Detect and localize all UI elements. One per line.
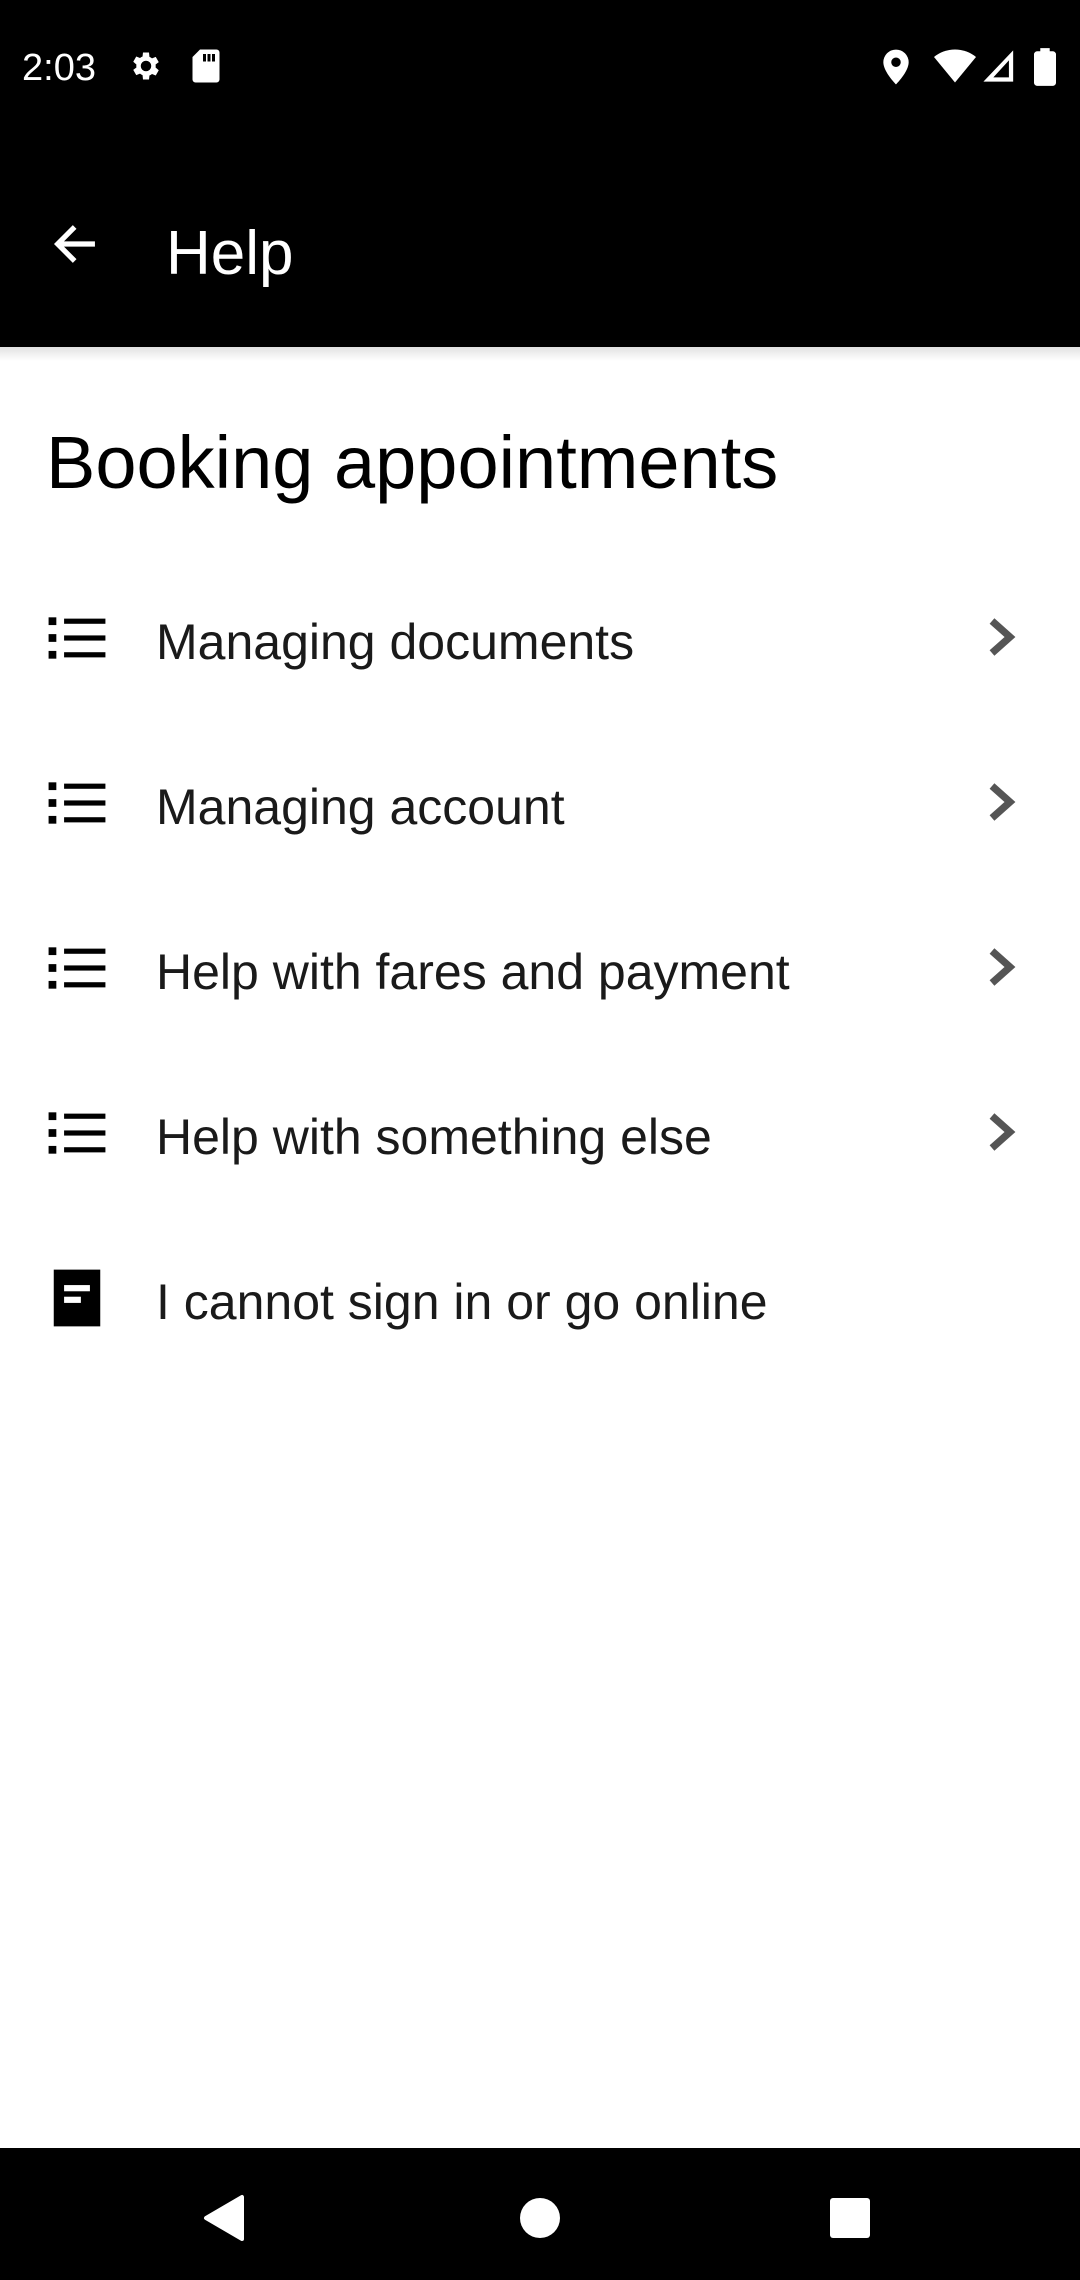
section-title: Booking appointments [46,421,779,504]
help-item-label: Help with fares and payment [156,944,790,1000]
article-icon [53,1269,101,1327]
status-time: 2:03 [22,47,96,89]
app-bar: Help [0,134,1080,347]
app-bar-shadow [0,347,1080,361]
nav-back-button[interactable] [185,2178,265,2258]
wifi-icon [934,48,976,89]
recents-square-icon [830,2198,870,2238]
list-icon [48,947,106,989]
help-item-something-else[interactable]: Help with something else [0,1050,1080,1214]
page-title: Help [166,219,294,288]
help-item-fares-and-payment[interactable]: Help with fares and payment [0,885,1080,1049]
back-button[interactable] [30,199,120,289]
help-item-label: Managing documents [156,614,635,670]
location-icon [880,48,912,91]
signal-icon [982,48,1016,89]
help-item-managing-documents[interactable]: Managing documents [0,555,1080,719]
chevron-right-icon [989,783,1016,821]
chevron-right-icon [989,618,1016,656]
arrow-left-icon [53,225,95,263]
status-bar: 2:03 [0,0,1080,134]
list-icon [48,782,106,824]
chevron-right-icon [989,948,1016,986]
help-item-cannot-sign-in[interactable]: I cannot sign in or go online [0,1215,1080,1379]
sd-card-icon [190,48,222,89]
nav-recents-button[interactable] [810,2178,890,2258]
list-icon [48,617,106,659]
nav-home-button[interactable] [500,2178,580,2258]
navigation-bar [0,2148,1080,2280]
back-triangle-icon [204,2195,244,2241]
home-circle-icon [520,2198,560,2238]
chevron-right-icon [989,1113,1016,1151]
help-item-managing-account[interactable]: Managing account [0,720,1080,884]
help-item-label: I cannot sign in or go online [156,1274,768,1330]
battery-icon [1034,48,1056,91]
help-item-label: Managing account [156,779,565,835]
gear-icon [128,48,164,89]
list-icon [48,1112,106,1154]
help-item-label: Help with something else [156,1109,712,1165]
